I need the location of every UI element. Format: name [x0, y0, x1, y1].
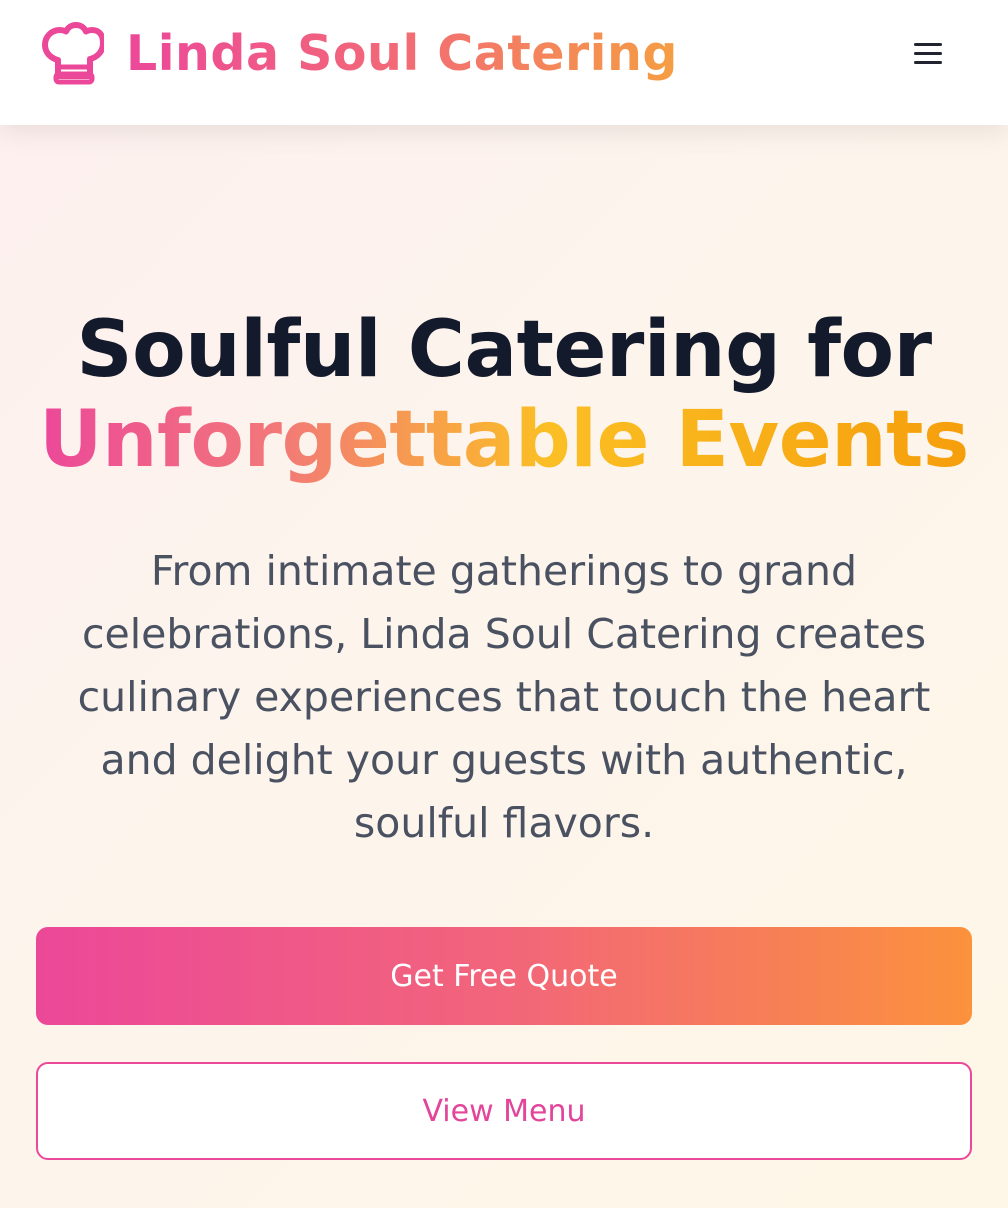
hero-description: From intimate gatherings to grand celebr…	[77, 547, 931, 847]
brand-name[interactable]: Linda Soul Catering	[126, 16, 678, 90]
hero-section: Soulful Catering for Unforgettable Event…	[0, 125, 1008, 1208]
get-free-quote-button[interactable]: Get Free Quote	[36, 927, 972, 1025]
headline-line-1: Soulful Catering for	[76, 305, 932, 395]
view-menu-button[interactable]: View Menu	[36, 1062, 972, 1160]
menu-bar	[914, 52, 942, 55]
headline-line-2: Unforgettable Events	[39, 395, 969, 485]
menu-bar	[914, 61, 942, 64]
hamburger-menu-icon[interactable]	[912, 38, 946, 68]
menu-bar	[914, 43, 942, 46]
hero-headline: Soulful Catering for Unforgettable Event…	[0, 305, 1008, 500]
chef-hat-icon[interactable]	[40, 22, 104, 86]
site-header: Linda Soul Catering	[0, 0, 1008, 125]
